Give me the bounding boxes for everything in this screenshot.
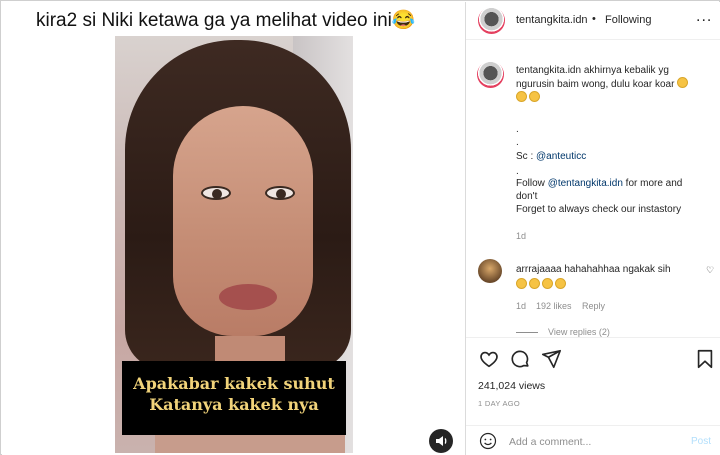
add-comment-bar: Add a comment... Post bbox=[466, 425, 720, 455]
comment-body: hahahahhaa ngakak sih bbox=[564, 264, 671, 275]
laughing-emoji-icon bbox=[516, 278, 527, 289]
author-avatar[interactable] bbox=[478, 7, 505, 34]
heart-icon[interactable] bbox=[478, 348, 500, 370]
post-actions-bar bbox=[466, 337, 720, 379]
caption-dot: . bbox=[516, 137, 519, 148]
follow-suffix: for more and bbox=[622, 178, 683, 189]
caption-source: Sc : @anteuticc bbox=[516, 151, 586, 162]
following-button[interactable]: Following bbox=[605, 14, 651, 26]
emoji-picker-icon[interactable] bbox=[479, 432, 497, 450]
caption-age[interactable]: 1d bbox=[516, 231, 526, 241]
speaker-icon-graphic bbox=[436, 436, 447, 446]
caption-text-1: akhirnya kebalik yg bbox=[583, 65, 669, 76]
laughing-emoji-icon bbox=[677, 77, 689, 88]
laughing-emoji-icon bbox=[516, 91, 527, 102]
source-label: Sc : bbox=[516, 151, 537, 162]
add-comment-input[interactable]: Add a comment... bbox=[509, 436, 591, 448]
caption-follow: Follow @tentangkita.idn for more and bbox=[516, 178, 682, 189]
comment-emojis bbox=[516, 278, 568, 291]
source-handle-link[interactable]: @anteuticc bbox=[536, 151, 586, 162]
post-caption: tentangkita.idn akhirnya kebalik yg ngur… bbox=[516, 64, 716, 105]
laughing-emoji-icon bbox=[529, 278, 540, 289]
media-pane: kira2 si Niki ketawa ga ya melihat video… bbox=[2, 2, 465, 455]
view-replies-label: View replies (2) bbox=[548, 327, 610, 337]
share-icon[interactable] bbox=[540, 348, 562, 370]
subtitle-line-2: Katanya kakek nya bbox=[149, 395, 319, 414]
post-side-panel: tentangkita.idn • Following ... tentangk… bbox=[465, 2, 720, 455]
video-player[interactable]: Apakabar kakek suhut Katanya kakek nya bbox=[115, 36, 353, 453]
post-comment-button[interactable]: Post bbox=[691, 436, 711, 447]
commenter-avatar[interactable] bbox=[478, 259, 502, 283]
speaker-icon[interactable] bbox=[429, 429, 453, 453]
comment-reply-button[interactable]: Reply bbox=[582, 301, 605, 311]
post-time-ago[interactable]: 1 DAY AGO bbox=[478, 399, 520, 408]
caption-username[interactable]: tentangkita.idn bbox=[516, 65, 581, 76]
header-separator: • bbox=[592, 13, 596, 25]
instagram-post-window: kira2 si Niki ketawa ga ya melihat video… bbox=[0, 0, 720, 455]
follow-handle-link[interactable]: @tentangkita.idn bbox=[548, 178, 623, 189]
caption-dot: . bbox=[516, 166, 519, 177]
laughing-emoji-icon bbox=[529, 91, 540, 102]
laughing-emoji-icon bbox=[555, 278, 566, 289]
laughing-emoji-icon bbox=[542, 278, 553, 289]
caption-forget: Forget to always check our instastory bbox=[516, 204, 682, 215]
author-username[interactable]: tentangkita.idn bbox=[516, 14, 588, 26]
view-replies-button[interactable]: View replies (2) bbox=[516, 327, 610, 337]
caption-dont: don't bbox=[516, 191, 538, 202]
post-header: tentangkita.idn • Following ... bbox=[466, 2, 720, 40]
video-person-eye bbox=[265, 186, 295, 200]
comment-age[interactable]: 1d bbox=[516, 301, 526, 311]
caption-dot: . bbox=[516, 124, 519, 135]
comment-icon[interactable] bbox=[509, 348, 531, 370]
video-person-eye bbox=[201, 186, 231, 200]
bookmark-icon[interactable] bbox=[694, 348, 716, 370]
comment-text: arrrajaaaa hahahahhaa ngakak sih bbox=[516, 264, 671, 275]
comment-like-heart-icon[interactable]: ♡ bbox=[706, 265, 714, 276]
caption-author-avatar[interactable] bbox=[477, 61, 504, 88]
media-caption: kira2 si Niki ketawa ga ya melihat video… bbox=[36, 10, 416, 31]
caption-text-2: ngurusin baim wong, dulu koar koar bbox=[516, 79, 675, 90]
view-count: 241,024 views bbox=[478, 380, 546, 392]
video-subtitle: Apakabar kakek suhut Katanya kakek nya bbox=[122, 361, 346, 435]
comments-section[interactable]: tentangkita.idn akhirnya kebalik yg ngur… bbox=[466, 41, 720, 341]
video-person-mouth bbox=[219, 284, 277, 310]
subtitle-line-1: Apakabar kakek suhut bbox=[133, 374, 335, 393]
comment-likes[interactable]: 192 likes bbox=[536, 301, 572, 311]
more-options-icon[interactable]: ... bbox=[696, 8, 712, 26]
commenter-username[interactable]: arrrajaaaa bbox=[516, 264, 562, 275]
follow-prefix: Follow bbox=[516, 178, 548, 189]
